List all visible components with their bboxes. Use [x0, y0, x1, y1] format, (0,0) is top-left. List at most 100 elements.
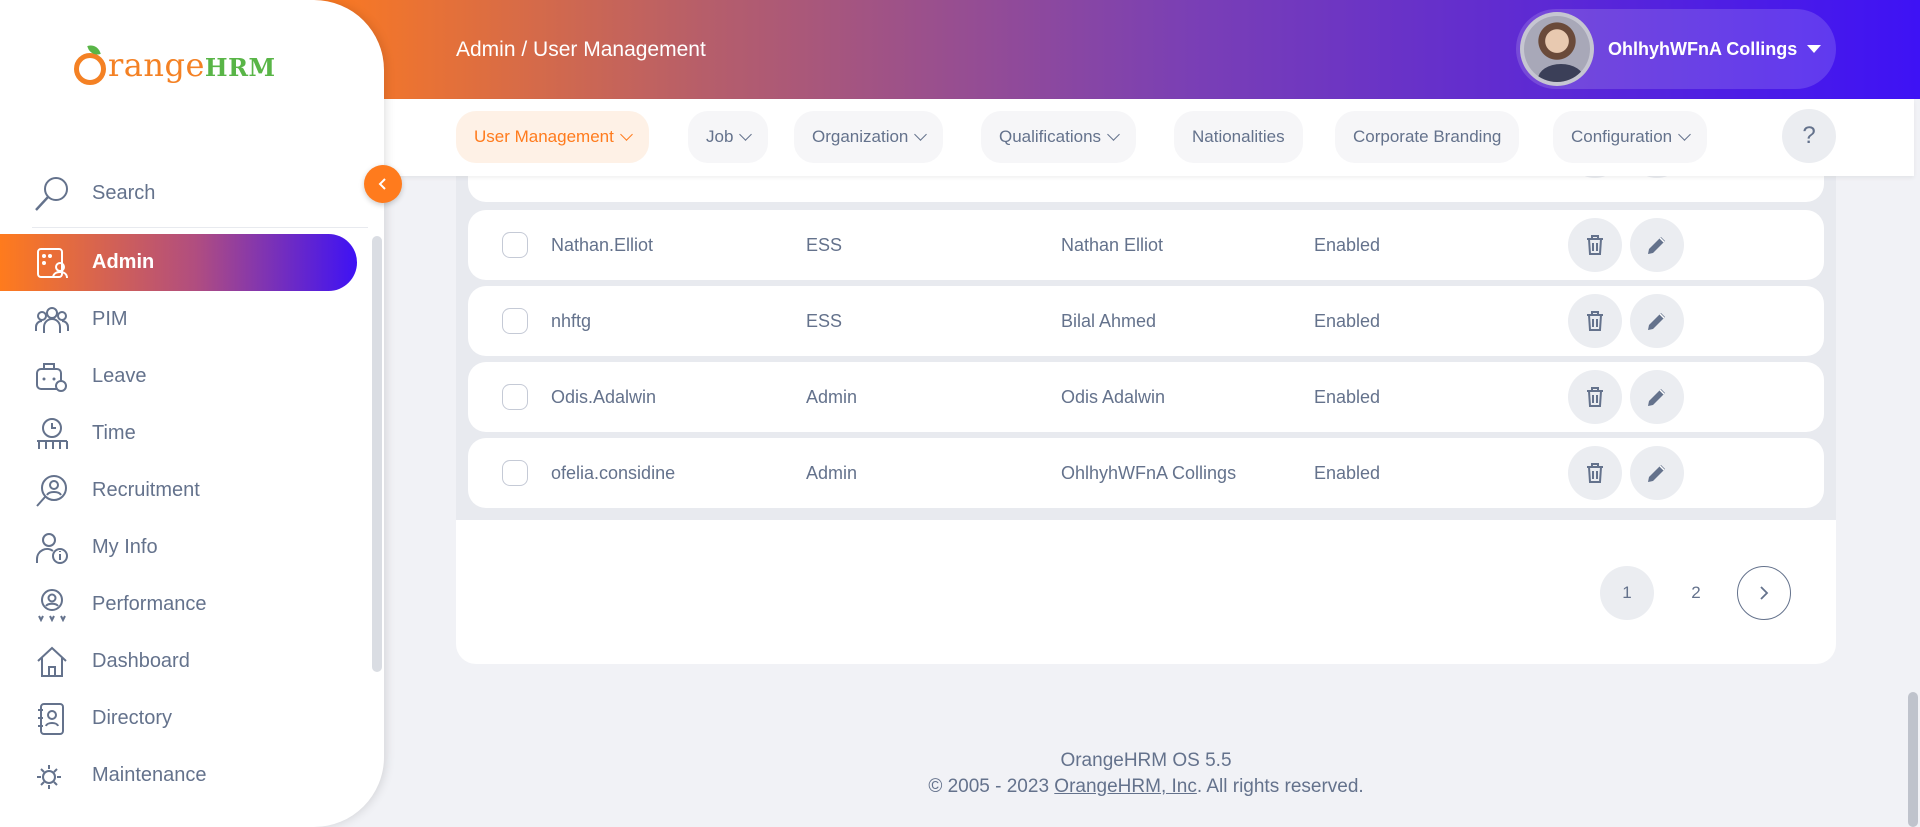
- cell-status: Enabled: [1314, 310, 1381, 331]
- user-dropdown[interactable]: OhlhyhWFnA Collings: [1516, 9, 1836, 89]
- footer-version: OrangeHRM OS 5.5: [1060, 750, 1232, 771]
- my-info-icon: [34, 530, 70, 566]
- sidebar-item-directory[interactable]: Directory: [0, 690, 384, 747]
- page-button-2[interactable]: 2: [1669, 566, 1723, 620]
- pencil-icon: [1648, 389, 1665, 406]
- maintenance-icon: [34, 758, 70, 794]
- sidebar-item-label: PIM: [92, 308, 128, 330]
- cell-role: Admin: [806, 386, 858, 407]
- delete-button[interactable]: [1568, 370, 1622, 424]
- cell-username: nhftg: [551, 310, 592, 331]
- row-checkbox[interactable]: [502, 232, 528, 258]
- logo-text: range: [108, 46, 205, 84]
- row-checkbox[interactable]: [502, 460, 528, 486]
- tab-label: Corporate Branding: [1353, 127, 1502, 146]
- sidebar-item-label: Dashboard: [92, 650, 190, 672]
- tab-label: Nationalities: [1192, 127, 1285, 146]
- table-row[interactable]: Odis.Adalwin Admin Odis Adalwin Enabled: [468, 362, 1824, 432]
- trash-icon: [1587, 311, 1603, 331]
- delete-button[interactable]: [1568, 218, 1622, 272]
- sidebar-scrollbar[interactable]: [372, 236, 382, 672]
- table-row[interactable]: Nathan.Elliot ESS Nathan Elliot Enabled: [468, 210, 1824, 280]
- row-checkbox[interactable]: [502, 308, 528, 334]
- chevron-down-icon: [914, 128, 928, 141]
- sidebar-item-dashboard[interactable]: Dashboard: [0, 633, 384, 690]
- sidebar-item-recruitment[interactable]: Recruitment: [0, 462, 384, 519]
- sidebar-item-maintenance[interactable]: Maintenance: [0, 747, 384, 804]
- sidebar-item-my-info[interactable]: My Info: [0, 519, 384, 576]
- delete-button[interactable]: [1568, 294, 1622, 348]
- row-checkbox[interactable]: [502, 384, 528, 410]
- orangehrm-logo[interactable]: range HRM: [74, 46, 276, 85]
- cell-username: ofelia.considine: [551, 462, 676, 483]
- cell-employee: Bilal Ahmed: [1061, 310, 1157, 331]
- page-button-1[interactable]: 1: [1600, 566, 1654, 620]
- tab-job[interactable]: Job: [688, 111, 769, 163]
- sidebar-item-admin[interactable]: Admin: [0, 234, 357, 291]
- edit-button[interactable]: [1630, 294, 1684, 348]
- cell-role: ESS: [806, 234, 843, 255]
- sidebar-search[interactable]: Search: [32, 160, 368, 228]
- directory-icon: [34, 701, 70, 737]
- next-page-button[interactable]: [1737, 566, 1791, 620]
- chevron-right-icon: [1760, 586, 1769, 600]
- pim-icon: [34, 302, 70, 338]
- sidebar-menu: Admin PIM Leave Time Recruitment My Info…: [0, 234, 384, 804]
- sidebar: range HRM Search Admin PIM Leave Time Re…: [0, 0, 384, 827]
- recruitment-icon: [34, 473, 70, 509]
- breadcrumb-separator: /: [515, 38, 534, 61]
- edit-button[interactable]: [1630, 446, 1684, 500]
- cell-role: ESS: [806, 310, 843, 331]
- sidebar-item-label: Recruitment: [92, 479, 200, 501]
- sidebar-item-leave[interactable]: Leave: [0, 348, 384, 405]
- tab-organization[interactable]: Organization: [794, 111, 944, 163]
- cell-status: Enabled: [1314, 386, 1381, 407]
- collapse-sidebar-button[interactable]: [364, 165, 402, 203]
- sidebar-item-label: Admin: [92, 251, 155, 273]
- copyright-suffix: . All rights reserved.: [1196, 776, 1364, 797]
- tab-qualifications[interactable]: Qualifications: [981, 111, 1137, 163]
- breadcrumb-level: User Management: [533, 38, 706, 61]
- orange-logo-icon: [74, 53, 106, 85]
- tab-corporate-branding[interactable]: Corporate Branding: [1335, 111, 1520, 163]
- sidebar-item-pim[interactable]: PIM: [0, 291, 384, 348]
- breadcrumb: Admin / User Management: [456, 38, 706, 62]
- delete-button[interactable]: [1568, 446, 1622, 500]
- sidebar-item-label: Maintenance: [92, 764, 207, 786]
- table-row[interactable]: ofelia.considine Admin OhlhyhWFnA Collin…: [468, 438, 1824, 508]
- pencil-icon: [1648, 313, 1665, 330]
- tab-label: User Management: [474, 127, 614, 146]
- cell-role: Admin: [806, 462, 858, 483]
- cell-employee: Nathan Elliot: [1061, 234, 1164, 255]
- dashboard-icon: [34, 644, 70, 680]
- footer-copyright: © 2005 - 2023 OrangeHRM, Inc. All rights…: [900, 774, 1392, 800]
- tab-label: Organization: [812, 127, 909, 146]
- help-button[interactable]: ?: [1782, 109, 1836, 163]
- trash-icon: [1587, 463, 1603, 483]
- company-link[interactable]: OrangeHRM, Inc: [1054, 776, 1197, 797]
- cell-username: Odis.Adalwin: [551, 386, 657, 407]
- footer: OrangeHRM OS 5.5 © 2005 - 2023 OrangeHRM…: [900, 748, 1392, 800]
- page-scrollbar[interactable]: [1908, 692, 1918, 827]
- cell-username: Nathan.Elliot: [551, 234, 654, 255]
- sidebar-item-time[interactable]: Time: [0, 405, 384, 462]
- edit-button[interactable]: [1630, 370, 1684, 424]
- cell-status: Enabled: [1314, 462, 1381, 483]
- cell-status: Enabled: [1314, 234, 1381, 255]
- admin-top-nav: User Management Job Organization Qualifi…: [384, 99, 1914, 176]
- cell-employee: Odis Adalwin: [1061, 386, 1166, 407]
- tab-configuration[interactable]: Configuration: [1553, 111, 1708, 163]
- logo-suffix: HRM: [204, 52, 276, 82]
- sidebar-item-performance[interactable]: Performance: [0, 576, 384, 633]
- tab-user-management[interactable]: User Management: [456, 111, 649, 163]
- sidebar-item-label: Directory: [92, 707, 173, 729]
- leave-icon: [34, 359, 70, 395]
- chevron-down-icon: [739, 128, 753, 141]
- tab-nationalities[interactable]: Nationalities: [1174, 111, 1303, 163]
- table-row[interactable]: nhftg ESS Bilal Ahmed Enabled: [468, 286, 1824, 356]
- edit-button[interactable]: [1630, 218, 1684, 272]
- sidebar-item-label: Performance: [92, 593, 207, 615]
- chevron-down-icon: [619, 128, 633, 141]
- chevron-down-icon: [1678, 128, 1691, 141]
- tab-label: Configuration: [1571, 127, 1673, 146]
